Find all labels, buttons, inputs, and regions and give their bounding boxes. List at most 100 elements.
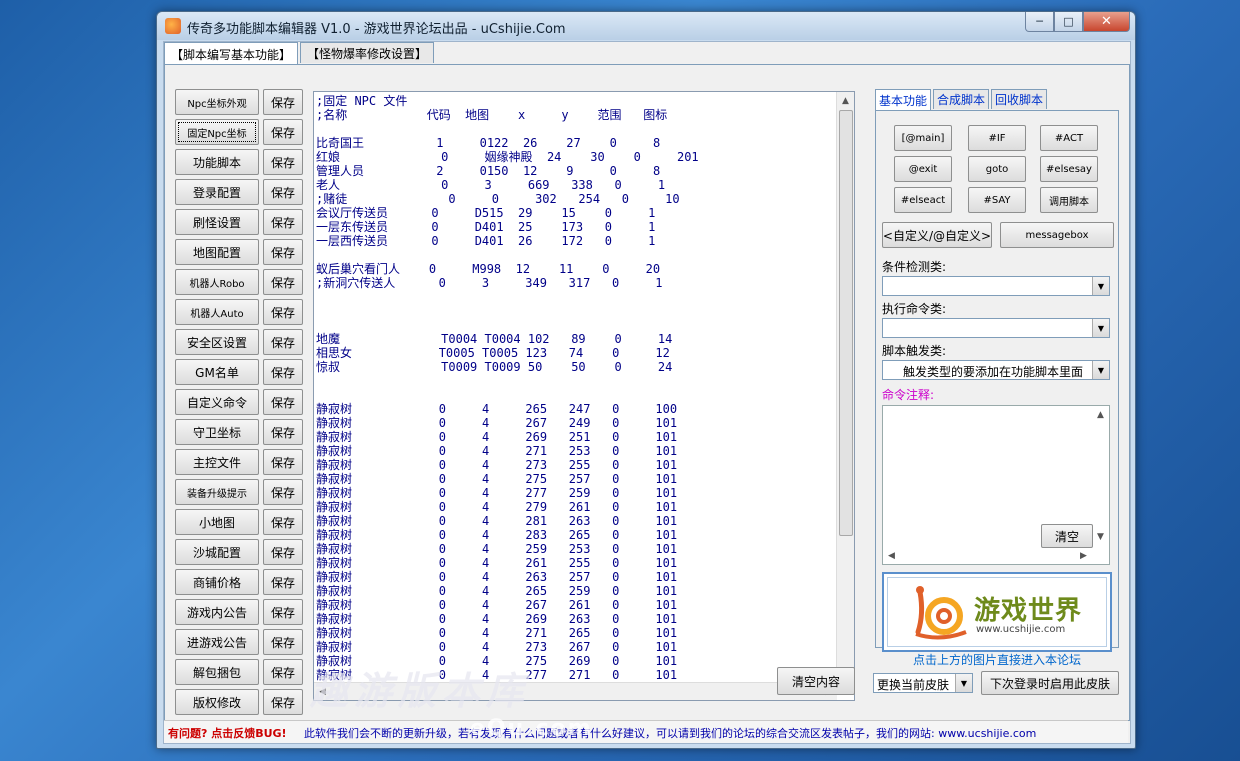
condition-label: 条件检测类:: [882, 260, 947, 274]
save-file-button[interactable]: 保存: [263, 239, 303, 265]
file-button-row: 小地图 保存: [175, 509, 305, 535]
condition-select[interactable]: ▼: [882, 276, 1110, 296]
save-file-button[interactable]: 保存: [263, 539, 303, 565]
command-button[interactable]: #elseact: [894, 187, 952, 213]
scroll-right-icon[interactable]: ▶: [1075, 547, 1092, 564]
load-file-button[interactable]: 解包捆包: [175, 659, 259, 685]
load-file-button[interactable]: 游戏内公告: [175, 599, 259, 625]
chevron-down-icon[interactable]: ▼: [1092, 277, 1109, 295]
scroll-down-icon[interactable]: ▼: [1092, 528, 1109, 545]
load-file-button[interactable]: 守卫坐标: [175, 419, 259, 445]
save-file-button[interactable]: 保存: [263, 119, 303, 145]
skin-select[interactable]: 更换当前皮肤 ▼: [873, 673, 973, 693]
window-title: 传奇多功能脚本编辑器 V1.0 - 游戏世界论坛出品 - uCshijie.Co…: [187, 22, 566, 37]
load-file-button[interactable]: GM名单: [175, 359, 259, 385]
command-button[interactable]: 调用脚本: [1040, 187, 1098, 213]
execute-select[interactable]: ▼: [882, 318, 1110, 338]
command-button[interactable]: #elsesay: [1040, 156, 1098, 182]
save-file-button[interactable]: 保存: [263, 629, 303, 655]
save-file-button[interactable]: 保存: [263, 689, 303, 715]
forum-logo-banner[interactable]: 游戏世界 www.ucshijie.com: [882, 572, 1112, 652]
load-file-button[interactable]: 主控文件: [175, 449, 259, 475]
save-file-button[interactable]: 保存: [263, 359, 303, 385]
save-file-button[interactable]: 保存: [263, 329, 303, 355]
editor-line: 比奇国王 1 0122 26 27 0 8: [316, 136, 661, 150]
chevron-down-icon[interactable]: ▼: [1092, 361, 1109, 379]
note-clear-button[interactable]: 清空: [1041, 524, 1093, 548]
load-file-button[interactable]: 装备升级提示: [175, 479, 259, 505]
save-file-button[interactable]: 保存: [263, 659, 303, 685]
command-button[interactable]: #IF: [968, 125, 1026, 151]
scroll-up-icon[interactable]: ▲: [837, 92, 854, 109]
load-file-button[interactable]: 刷怪设置: [175, 209, 259, 235]
save-file-button[interactable]: 保存: [263, 599, 303, 625]
scroll-up-icon[interactable]: ▲: [1092, 406, 1109, 423]
load-file-button[interactable]: 功能脚本: [175, 149, 259, 175]
tab-compose-script[interactable]: 合成脚本: [933, 89, 990, 109]
editor-line: 静寂树 0 4 265 259 0 101: [316, 584, 678, 598]
save-file-button[interactable]: 保存: [263, 419, 303, 445]
editor-line: 静寂树 0 4 283 265 0 101: [316, 528, 678, 542]
save-file-button[interactable]: 保存: [263, 449, 303, 475]
command-button[interactable]: @exit: [894, 156, 952, 182]
editor-vscroll-thumb[interactable]: [839, 110, 853, 536]
load-file-button[interactable]: 机器人Robo: [175, 269, 259, 295]
title-bar[interactable]: 传奇多功能脚本编辑器 V1.0 - 游戏世界论坛出品 - uCshijie.Co…: [157, 12, 1135, 40]
tab-recycle-script[interactable]: 回收脚本: [991, 89, 1048, 109]
save-file-button[interactable]: 保存: [263, 299, 303, 325]
clear-content-button[interactable]: 清空内容: [777, 667, 855, 695]
close-button[interactable]: ✕: [1083, 12, 1130, 32]
file-button-row: 地图配置 保存: [175, 239, 305, 265]
load-file-button[interactable]: 登录配置: [175, 179, 259, 205]
command-button[interactable]: goto: [968, 156, 1026, 182]
minimize-button[interactable]: ─: [1025, 12, 1054, 32]
command-button[interactable]: [@main]: [894, 125, 952, 151]
load-file-button[interactable]: 固定Npc坐标: [175, 119, 259, 145]
tab-script-basic[interactable]: 【脚本编写基本功能】: [164, 42, 299, 65]
chevron-down-icon[interactable]: ▼: [955, 674, 972, 692]
load-file-button[interactable]: 自定义命令: [175, 389, 259, 415]
save-file-button[interactable]: 保存: [263, 209, 303, 235]
editor-line: 静寂树 0 4 273 255 0 101: [316, 458, 678, 472]
save-file-button[interactable]: 保存: [263, 149, 303, 175]
load-file-button[interactable]: 沙城配置: [175, 539, 259, 565]
editor-line: 静寂树 0 4 269 263 0 101: [316, 612, 678, 626]
editor-vscroll[interactable]: ▲ ▼: [836, 92, 854, 682]
scroll-left-icon[interactable]: ◀: [883, 547, 900, 564]
command-button[interactable]: #SAY: [968, 187, 1026, 213]
feedback-link[interactable]: 有问题? 点击反馈BUG!: [168, 725, 287, 741]
load-file-button[interactable]: 小地图: [175, 509, 259, 535]
editor-line: 静寂树 0 4 259 253 0 101: [316, 542, 678, 556]
watermark-text: 趣游版本库: [310, 669, 531, 713]
tab-basic-functions[interactable]: 基本功能: [875, 89, 932, 111]
chevron-down-icon[interactable]: ▼: [1092, 319, 1109, 337]
messagebox-button[interactable]: messagebox: [1000, 222, 1114, 248]
command-note-box[interactable]: ▲ ▼ ◀ ▶ 清空: [882, 405, 1110, 565]
editor-line: 静寂树 0 4 269 251 0 101: [316, 430, 678, 444]
apply-skin-button[interactable]: 下次登录时启用此皮肤: [981, 671, 1119, 695]
save-file-button[interactable]: 保存: [263, 569, 303, 595]
save-file-button[interactable]: 保存: [263, 179, 303, 205]
load-file-button[interactable]: 商铺价格: [175, 569, 259, 595]
save-file-button[interactable]: 保存: [263, 389, 303, 415]
custom-tag-button[interactable]: <自定义/@自定义>: [882, 222, 992, 248]
forum-link-hint[interactable]: 点击上方的图片直接进入本论坛: [875, 651, 1119, 668]
load-file-button[interactable]: 进游戏公告: [175, 629, 259, 655]
maximize-button[interactable]: □: [1054, 12, 1083, 32]
save-file-button[interactable]: 保存: [263, 269, 303, 295]
editor-line: 静寂树 0 4 271 265 0 101: [316, 626, 678, 640]
save-file-button[interactable]: 保存: [263, 509, 303, 535]
tab-monster-drop[interactable]: 【怪物爆率修改设置】: [300, 42, 435, 63]
editor-text[interactable]: ;固定 NPC 文件 ;名称 代码 地图 x y 范围 图标 比奇国王 1 0122…: [316, 94, 836, 684]
trigger-select[interactable]: 触发类型的要添加在功能脚本里面 ▼: [882, 360, 1110, 380]
save-file-button[interactable]: 保存: [263, 89, 303, 115]
load-file-button[interactable]: 版权修改: [175, 689, 259, 715]
command-button[interactable]: #ACT: [1040, 125, 1098, 151]
editor-line: 管理人员 2 0150 12 9 0 8: [316, 164, 661, 178]
load-file-button[interactable]: 地图配置: [175, 239, 259, 265]
save-file-button[interactable]: 保存: [263, 479, 303, 505]
load-file-button[interactable]: 安全区设置: [175, 329, 259, 355]
load-file-button[interactable]: Npc坐标外观: [175, 89, 259, 115]
script-editor[interactable]: ;固定 NPC 文件 ;名称 代码 地图 x y 范围 图标 比奇国王 1 0122…: [313, 91, 855, 701]
load-file-button[interactable]: 机器人Auto: [175, 299, 259, 325]
